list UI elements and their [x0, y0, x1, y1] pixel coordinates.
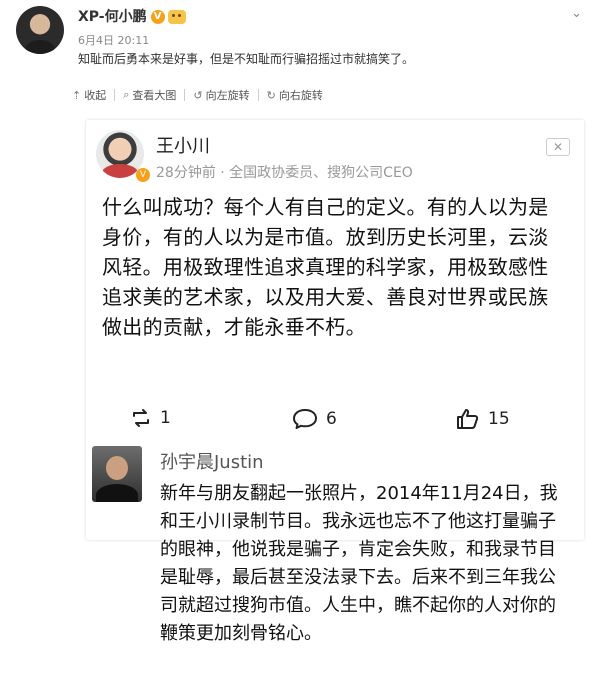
author-name[interactable]: XP-何小鹏 V [78, 6, 186, 26]
image-toolbar: ⇡ 收起 ⌕ 查看大图 ↺ 向左旋转 ↻ 向右旋转 [72, 86, 323, 104]
card-body: 什么叫成功？每个人有自己的定义。有的人以为是身价，有的人以为是市值。放到历史长河… [102, 195, 549, 339]
view-large-button[interactable]: ⌕ 查看大图 [123, 87, 176, 103]
rotate-right-label: 向右旋转 [278, 89, 323, 102]
quoted-weibo-card: V 王小川 ✕ 28分钟前 · 全国政协委员、搜狗公司CEO 什么叫成功？每个人… [86, 120, 584, 540]
rotate-left-button[interactable]: ↺ 向左旋转 [193, 87, 249, 103]
member-badge-icon [167, 10, 186, 24]
card-actions: 1 6 15 [86, 408, 584, 448]
like-action: 15 [456, 408, 510, 430]
toolbar-divider [114, 89, 116, 101]
verified-badge-icon: V [150, 10, 165, 24]
post-header: XP-何小鹏 V ⌄ 6月4日 20:11 知耻而后勇本来是好事，但是不知耻而行骗… [0, 0, 596, 110]
card-author-name: 王小川 [156, 136, 210, 157]
post-time[interactable]: 6月4日 20:11 [78, 32, 149, 48]
card-meta: 28分钟前 · 全国政协委员、搜狗公司CEO [156, 165, 413, 181]
zoom-icon: ⌕ [123, 88, 130, 101]
like-count: 15 [488, 409, 510, 429]
collapse-icon: ⇡ [72, 88, 82, 102]
view-large-label: 查看大图 [132, 89, 177, 102]
repost-count: 1 [160, 408, 171, 428]
rotate-right-icon: ↻ [266, 88, 276, 102]
toolbar-divider [257, 89, 259, 101]
author-name-text[interactable]: XP-何小鹏 [78, 9, 147, 25]
rotate-right-button[interactable]: ↻ 向右旋转 [267, 87, 323, 103]
rotate-left-icon: ↺ [193, 88, 203, 102]
toolbar-divider [184, 89, 186, 101]
comment-count: 6 [326, 409, 337, 429]
repost-icon [133, 409, 149, 427]
avatar-face [106, 456, 128, 480]
repost-action: 1 [130, 408, 171, 428]
post-text: 知耻而后勇本来是好事，但是不知耻而行骗招摇过市就搞笑了。 [78, 52, 415, 66]
rotate-left-label: 向左旋转 [205, 89, 250, 102]
comment-icon [293, 409, 317, 429]
sun-avatar [92, 446, 142, 502]
post-image[interactable]: V 王小川 ✕ 28分钟前 · 全国政协委员、搜狗公司CEO 什么叫成功？每个人… [74, 108, 596, 676]
avatar-shirt [102, 164, 138, 178]
comment-action: 6 [292, 408, 337, 430]
author-avatar[interactable] [16, 6, 64, 54]
thumbs-up-icon [457, 409, 479, 429]
reply-body: 新年与朋友翻起一张照片，2014年11月24日，我和王小川录制节目。我永远也忘不… [160, 483, 558, 644]
collapse-button[interactable]: ⇡ 收起 [72, 87, 106, 103]
close-icon: ✕ [546, 138, 570, 156]
collapse-label: 收起 [84, 89, 107, 102]
reply-author-name: 孙宇晨Justin [160, 452, 264, 473]
chevron-down-icon[interactable]: ⌄ [571, 6, 582, 21]
avatar-suit [96, 484, 138, 502]
verified-badge-icon: V [136, 168, 150, 182]
